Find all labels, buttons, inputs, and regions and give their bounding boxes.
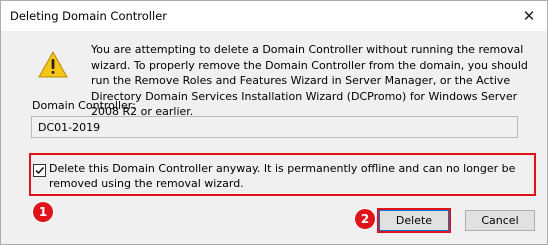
warning-message: You are attempting to delete a Domain Co… xyxy=(91,43,528,118)
cancel-button[interactable]: Cancel xyxy=(465,210,535,231)
delete-button[interactable]: Delete xyxy=(379,210,449,231)
domain-controller-label: Domain Controller: xyxy=(32,99,136,112)
delete-anyway-label[interactable]: Delete this Domain Controller anyway. It… xyxy=(49,161,532,191)
checkmark-icon xyxy=(35,167,45,175)
dialog-title: Deleting Domain Controller xyxy=(10,9,167,23)
step-badge-2: 2 xyxy=(355,209,375,229)
title-bar: Deleting Domain Controller ✕ xyxy=(1,1,547,31)
close-button[interactable]: ✕ xyxy=(511,1,547,31)
deleting-dc-dialog: Deleting Domain Controller ✕ You are att… xyxy=(0,0,548,245)
domain-controller-field: DC01-2019 xyxy=(31,116,518,138)
delete-anyway-checkbox[interactable] xyxy=(33,164,46,177)
close-icon: ✕ xyxy=(522,7,536,25)
step-badge-1: 1 xyxy=(33,202,53,222)
warning-icon xyxy=(38,51,68,78)
